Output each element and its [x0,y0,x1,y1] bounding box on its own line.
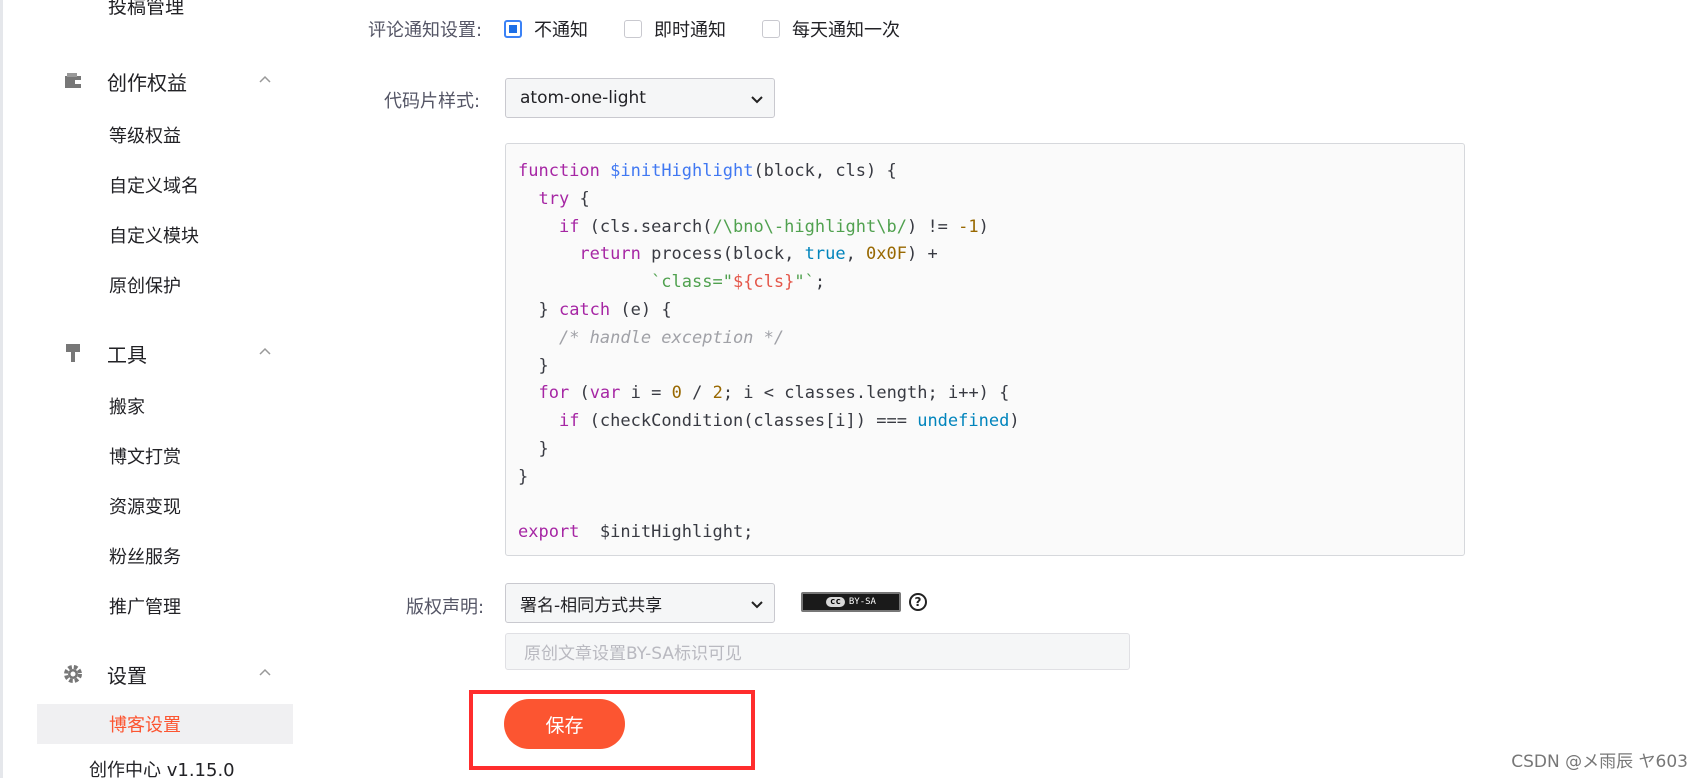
sidebar-item-blog-settings[interactable]: 博客设置 [37,704,293,744]
watermark: CSDN @メ雨辰 ヤ603 [1511,752,1688,772]
comment-notify-options: 不通知 即时通知 每天通知一次 [504,16,936,42]
option-no-notify[interactable]: 不通知 [504,16,588,42]
settings-panel: 评论通知设置: 不通知 即时通知 每天通知一次 代码片样式: atom-one-… [336,0,1700,778]
gear-icon [63,664,83,684]
brush-icon [63,343,83,363]
code-style-label: 代码片样式: [384,91,481,112]
chevron-down-icon [751,601,763,609]
code-style-value: atom-one-light [520,88,646,108]
chevron-up-icon [259,668,271,676]
sidebar-item-original-protection[interactable]: 原创保护 [109,272,181,298]
sidebar-item-fan-service[interactable]: 粉丝服务 [109,543,181,569]
sidebar-group-creator-benefits[interactable]: 创作权益 [63,64,273,98]
option-daily-notify[interactable]: 每天通知一次 [762,16,900,42]
chevron-up-icon [259,75,271,83]
save-button[interactable]: 保存 [504,699,625,749]
sidebar: 投稿管理 创作权益 等级权益 自定义域名 自定义模块 原创保护 工具 搬家 博文… [0,0,336,778]
sidebar-group-settings[interactable]: 设置 [63,657,273,691]
comment-notify-label: 评论通知设置: [368,20,483,41]
code-style-preview: function $initHighlight(block, cls) { tr… [505,143,1465,556]
sidebar-item-promotion[interactable]: 推广管理 [109,593,181,619]
cc-mark: cc [826,597,845,607]
code-style-select[interactable]: atom-one-light [505,78,775,118]
sidebar-group-label: 创作权益 [107,70,187,95]
option-label: 不通知 [534,20,588,41]
sidebar-item-move[interactable]: 搬家 [109,393,145,419]
checkbox[interactable] [624,20,642,38]
chevron-up-icon [259,347,271,355]
wallet-icon [63,71,83,91]
sidebar-item-custom-module[interactable]: 自定义模块 [109,222,199,248]
option-label: 每天通知一次 [792,20,900,41]
option-instant-notify[interactable]: 即时通知 [624,16,726,42]
badge-text: BY-SA [848,597,876,607]
version-label: 创作中心 v1.15.0 [89,760,235,778]
sidebar-item-level-benefits[interactable]: 等级权益 [109,122,181,148]
sidebar-item-monetize[interactable]: 资源变现 [109,493,181,519]
option-label: 即时通知 [654,20,726,41]
copyright-note-placeholder: 原创文章设置BY-SA标识可见 [524,644,742,664]
chevron-down-icon [751,96,763,104]
checkbox[interactable] [762,20,780,38]
copyright-label: 版权声明: [406,597,485,618]
checkbox-checked[interactable] [504,20,522,38]
page: 投稿管理 创作权益 等级权益 自定义域名 自定义模块 原创保护 工具 搬家 博文… [0,0,1700,778]
copyright-note-field: 原创文章设置BY-SA标识可见 [505,633,1130,670]
sidebar-item-custom-domain[interactable]: 自定义域名 [109,172,199,198]
sidebar-item-reward[interactable]: 博文打赏 [109,443,181,469]
sidebar-group-tools[interactable]: 工具 [63,336,273,370]
cc-by-sa-badge: cc BY-SA [801,592,901,612]
sidebar-group-label: 设置 [107,663,147,688]
copyright-value: 署名-相同方式共享 [520,595,663,616]
help-icon[interactable]: ? [909,593,927,611]
copyright-select[interactable]: 署名-相同方式共享 [505,583,775,623]
sidebar-item-submission[interactable]: 投稿管理 [108,0,184,19]
sidebar-group-label: 工具 [107,342,147,367]
